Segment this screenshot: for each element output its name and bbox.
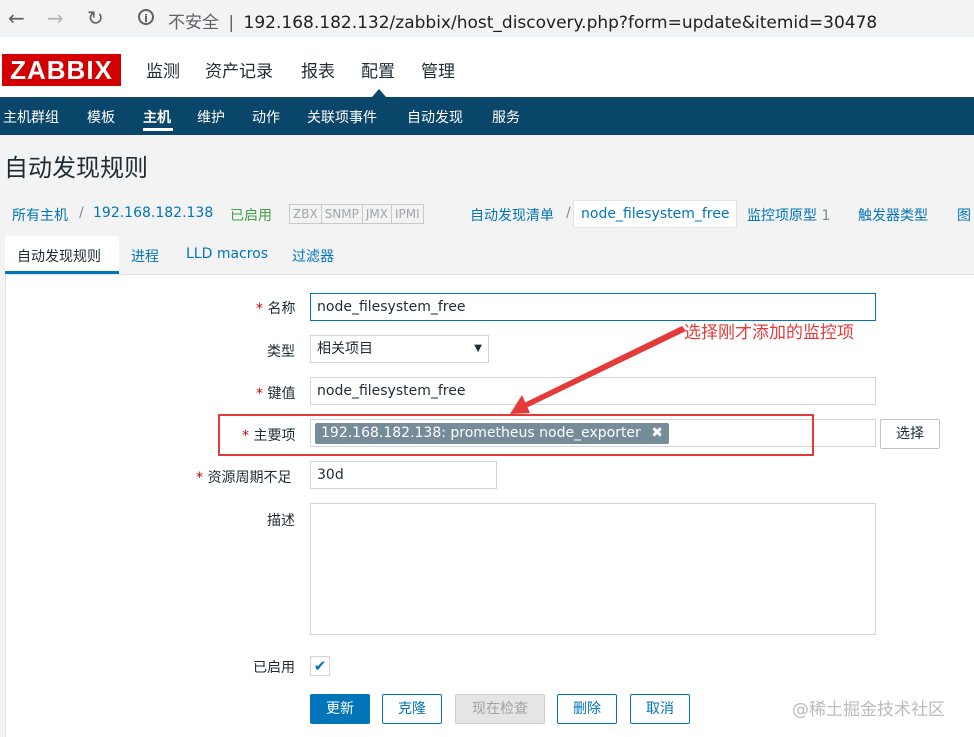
watermark: @稀土掘金技术社区 [792, 700, 945, 720]
annotation-text: 选择刚才添加的监控项 [684, 323, 854, 343]
annotation-arrow [510, 326, 686, 414]
